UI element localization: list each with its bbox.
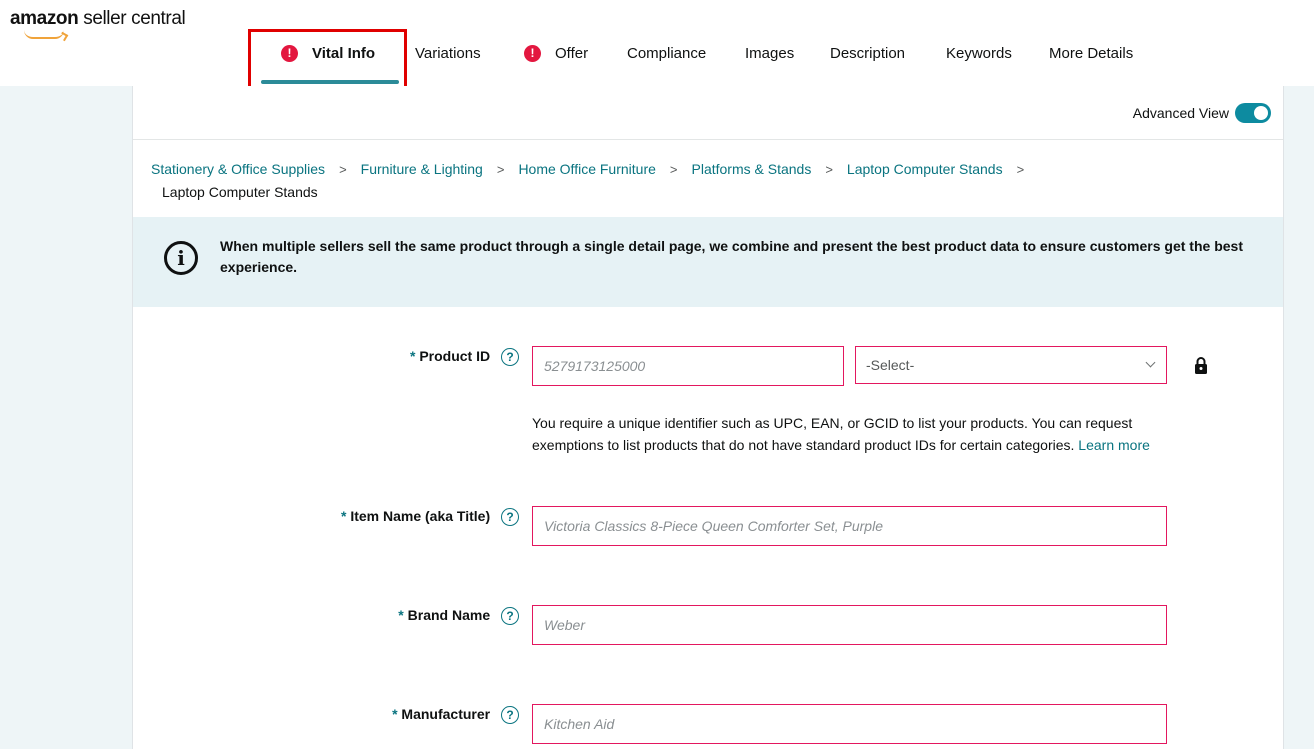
help-text-body: You require a unique identifier such as … — [532, 415, 1133, 453]
tab-label: Offer — [555, 44, 589, 62]
tab-keywords[interactable]: Keywords — [946, 42, 1012, 64]
breadcrumb-separator: > — [496, 162, 505, 177]
tab-label: Keywords — [946, 44, 1012, 62]
amazon-seller-central-logo[interactable]: amazon seller central — [10, 8, 186, 42]
breadcrumb-separator: > — [669, 162, 678, 177]
breadcrumb-item[interactable]: Laptop Computer Stands — [847, 161, 1003, 177]
info-banner-text: When multiple sellers sell the same prod… — [220, 238, 1243, 275]
tab-description[interactable]: Description — [830, 42, 905, 64]
required-asterisk: * — [340, 508, 347, 524]
breadcrumb-current: Laptop Computer Stands — [162, 184, 318, 200]
tab-more-details[interactable]: More Details — [1049, 42, 1133, 64]
breadcrumb-item[interactable]: Home Office Furniture — [518, 161, 655, 177]
tab-label: Images — [745, 44, 795, 62]
annotation-highlight-box — [248, 29, 407, 94]
help-icon[interactable]: ? — [501, 348, 519, 367]
listing-form-card: Advanced View Stationery & Office Suppli… — [132, 86, 1284, 749]
breadcrumb-separator: > — [1016, 162, 1025, 177]
product-id-type-select[interactable]: -Select- — [855, 346, 1167, 384]
logo-product: seller central — [78, 8, 186, 29]
field-label-text: Product ID — [419, 348, 491, 364]
field-label-text: Item Name (aka Title) — [350, 508, 491, 524]
tab-variations[interactable]: Variations — [415, 42, 481, 64]
info-circle-icon: i — [164, 241, 198, 275]
learn-more-link[interactable]: Learn more — [1078, 437, 1150, 453]
tab-compliance[interactable]: Compliance — [627, 42, 706, 64]
help-icon[interactable]: ? — [501, 607, 519, 626]
brand-name-input[interactable] — [532, 605, 1167, 645]
card-header: Advanced View — [133, 86, 1283, 140]
manufacturer-input[interactable] — [532, 704, 1167, 744]
info-banner: i When multiple sellers sell the same pr… — [133, 217, 1283, 307]
product-id-label: * Product ID ? — [409, 348, 519, 367]
required-asterisk: * — [398, 607, 404, 623]
breadcrumb-item[interactable]: Platforms & Stands — [692, 161, 812, 177]
tab-label: Description — [830, 44, 906, 62]
breadcrumb-separator: > — [339, 162, 347, 177]
manufacturer-label: * Manufacturer ? — [392, 706, 519, 725]
breadcrumb: Stationery & Office Supplies > Furniture &… — [151, 158, 1251, 203]
select-value: -Select- — [866, 357, 915, 373]
tab-offer[interactable]: ! Offer — [524, 42, 588, 64]
breadcrumb-separator: > — [825, 162, 833, 177]
product-id-input[interactable] — [532, 346, 844, 386]
logo-brand: amazon — [10, 8, 79, 29]
tab-label: More Details — [1049, 44, 1134, 62]
field-label-text: Brand Name — [407, 607, 491, 623]
toggle-knob — [1254, 106, 1268, 120]
tab-label: Compliance — [627, 44, 707, 62]
help-icon[interactable]: ? — [501, 706, 519, 725]
lock-icon — [1195, 357, 1207, 374]
advanced-view-label: Advanced View — [1132, 105, 1229, 121]
error-alert-icon: ! — [524, 44, 541, 62]
field-label-text: Manufacturer — [401, 706, 491, 722]
item-name-label: * Item Name (aka Title) ? — [340, 508, 519, 527]
breadcrumb-item[interactable]: Stationery & Office Supplies — [151, 161, 325, 177]
brand-name-label: * Brand Name ? — [398, 607, 519, 626]
amazon-smile-tip-icon — [58, 31, 69, 42]
help-icon[interactable]: ? — [501, 508, 519, 527]
item-name-input[interactable] — [532, 506, 1167, 546]
top-bar: amazon seller central ! Vital Info Varia… — [0, 0, 1314, 86]
breadcrumb-item[interactable]: Furniture & Lighting — [361, 161, 483, 177]
chevron-down-icon — [1145, 357, 1156, 368]
tab-label: Variations — [415, 44, 481, 62]
required-asterisk: * — [409, 348, 416, 364]
advanced-view-toggle[interactable] — [1235, 103, 1271, 123]
product-id-help-text: You require a unique identifier such as … — [532, 412, 1172, 456]
required-asterisk: * — [392, 706, 398, 722]
tab-images[interactable]: Images — [745, 42, 794, 64]
